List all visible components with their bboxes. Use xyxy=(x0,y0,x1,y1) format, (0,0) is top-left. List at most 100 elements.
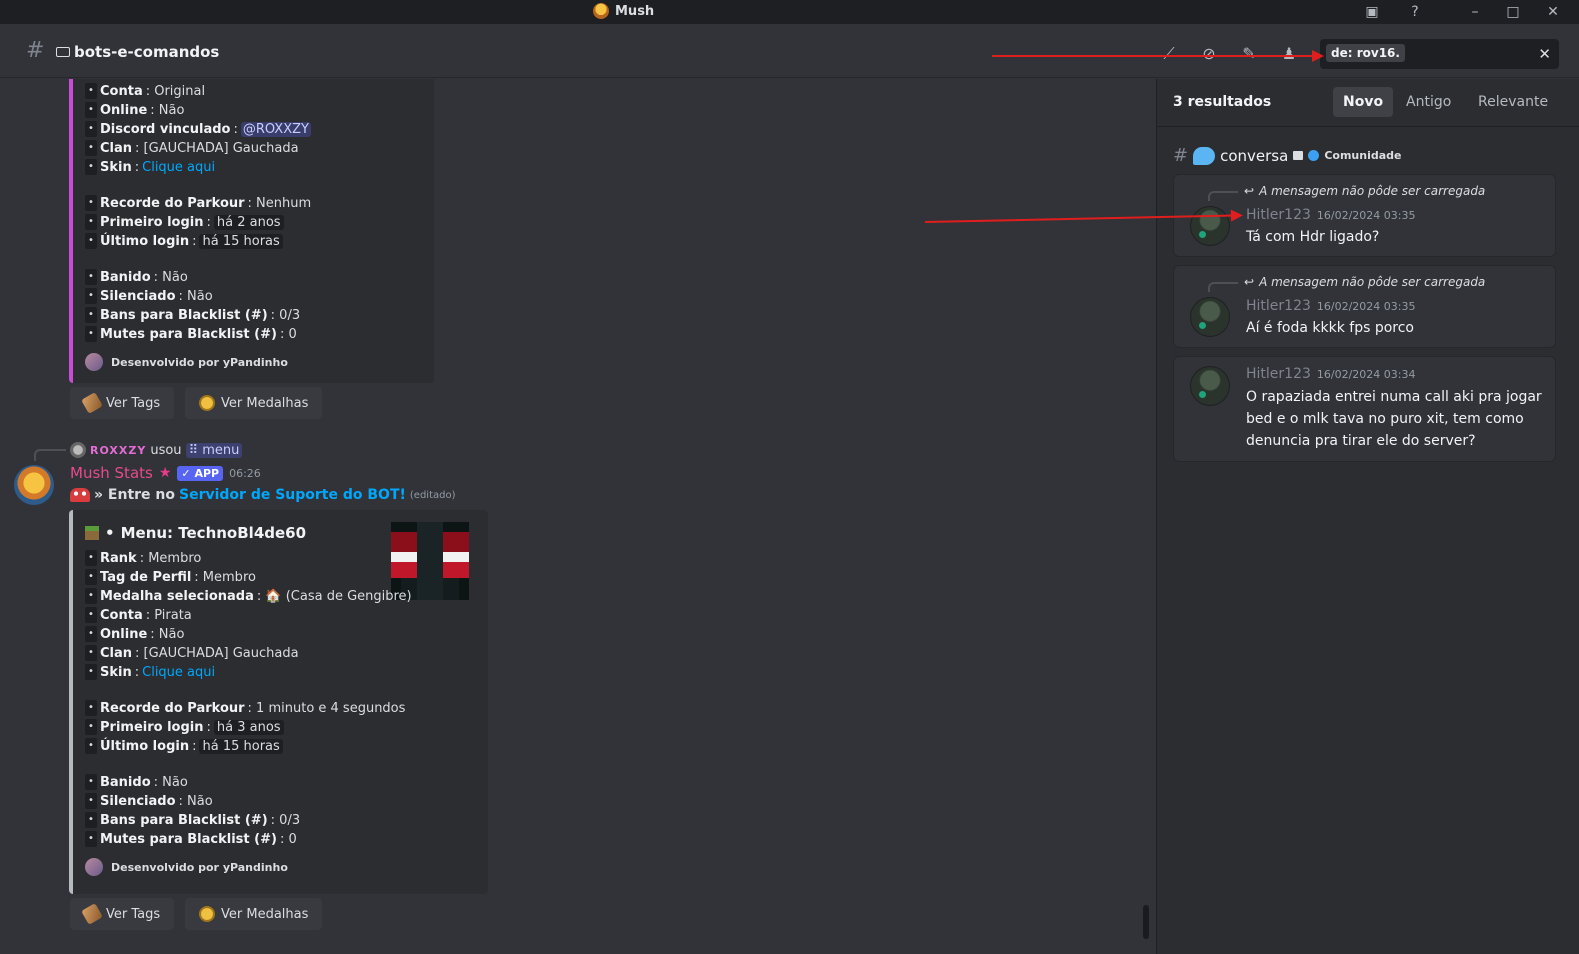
mush-stats-avatar[interactable] xyxy=(14,465,54,505)
slash-command[interactable]: ⠿ menu xyxy=(185,442,243,458)
result-time: 16/02/2024 03:35 xyxy=(1316,209,1416,222)
author-name[interactable]: Mush Stats xyxy=(70,464,153,482)
globe-icon xyxy=(1308,150,1320,161)
support-server-link[interactable]: Servidor de Suporte do BOT! xyxy=(179,487,406,503)
field-value: : Não xyxy=(178,793,213,809)
speech-bubble-icon xyxy=(1193,146,1216,165)
bullet-marker: • xyxy=(85,793,97,809)
inbox-icon[interactable]: ▣ xyxy=(1363,3,1381,21)
field-label: Conta xyxy=(100,83,143,99)
ver-medalhas-button-2[interactable]: Ver Medalhas xyxy=(185,898,323,930)
sort-relevant-tab[interactable]: Relevante xyxy=(1468,87,1558,117)
embed-field: • Discord vinculado: @ROXXZY xyxy=(85,121,311,137)
result-username[interactable]: Hitler123 16/02/2024 03:35 xyxy=(1246,207,1416,223)
field-value: : xyxy=(192,233,197,249)
field-value: : 0 xyxy=(279,326,297,342)
message-prefix: » Entre no xyxy=(94,487,175,503)
window-title: Mush xyxy=(615,3,655,19)
field-value: : xyxy=(134,664,140,680)
search-result-card[interactable]: Hitler123 16/02/2024 03:34 O rapaziada en… xyxy=(1173,356,1556,462)
bullet-marker: • xyxy=(85,738,97,754)
bullet-marker: • xyxy=(85,140,97,156)
bullet-marker: • xyxy=(85,831,97,847)
ver-medalhas-button[interactable]: Ver Medalhas xyxy=(185,387,323,419)
field-label: Mutes para Blacklist (#) xyxy=(100,326,277,342)
field-value: : Não xyxy=(153,774,188,790)
close-window-icon[interactable]: ✕ xyxy=(1544,3,1562,21)
help-icon[interactable]: ? xyxy=(1406,3,1424,21)
message-content: » Entre no Servidor de Suporte do BOT! (… xyxy=(70,487,456,503)
embed-field: • Rank: Membro xyxy=(85,550,201,566)
bullet-marker: • xyxy=(85,233,97,249)
reply-connector xyxy=(1208,191,1238,201)
threads-icon[interactable]: ⟋ xyxy=(1158,44,1180,64)
message-time: 06:26 xyxy=(229,466,261,480)
embed-field: • Clan: [GAUCHADA] Gauchada xyxy=(85,140,299,156)
result-username[interactable]: Hitler123 16/02/2024 03:35 xyxy=(1246,298,1416,314)
skin-link[interactable]: Clique aqui xyxy=(142,160,215,175)
user-avatar[interactable] xyxy=(1190,297,1230,337)
bullet-marker: • xyxy=(85,159,97,175)
user-mention[interactable]: @ROXXZY xyxy=(240,121,311,137)
ver-tags-button[interactable]: Ver Tags xyxy=(70,387,175,419)
members-icon[interactable]: ♟ xyxy=(1278,44,1300,64)
clear-search-icon[interactable]: ✕ xyxy=(1538,45,1551,63)
user-avatar[interactable] xyxy=(1190,206,1230,246)
result-channel-row[interactable]: # conversa Comunidade xyxy=(1173,145,1401,166)
timestamp-chip: há 15 horas xyxy=(199,738,283,754)
sort-oldest-tab[interactable]: Antigo xyxy=(1396,87,1461,117)
embed-field: • Skin: Clique aqui xyxy=(85,664,215,680)
skin-link[interactable]: Clique aqui xyxy=(142,665,215,680)
bullet-marker: • xyxy=(85,774,97,790)
laptop-icon xyxy=(56,47,70,57)
field-label: Banido xyxy=(100,774,151,790)
app-badge: ✓ APP xyxy=(177,465,224,481)
bullet-marker: • xyxy=(85,664,97,680)
search-result-card[interactable]: ↩ A mensagem não pôde ser carregada Hitle… xyxy=(1173,265,1556,348)
ver-medalhas-label: Ver Medalhas xyxy=(221,906,309,922)
community-label: Comunidade xyxy=(1324,149,1402,162)
user-avatar[interactable] xyxy=(1190,366,1230,406)
timestamp-chip: há 15 horas xyxy=(199,233,283,249)
embed-field: • Online: Não xyxy=(85,102,184,118)
result-text: O rapaziada entrei numa call aki pra jog… xyxy=(1246,389,1542,449)
channel-header: # bots-e-comandos ⟋ ⊘ ✎ ♟ de: rov16. ✕ xyxy=(0,24,1579,78)
embed-field: • Primeiro login: há 3 anos xyxy=(85,719,284,735)
chat-scrollbar[interactable] xyxy=(1143,905,1149,939)
embed-title: • Menu: TechnoBl4de60 xyxy=(85,524,306,542)
reply-username[interactable]: ROXXZY xyxy=(90,444,146,457)
result-channel-name[interactable]: conversa xyxy=(1220,147,1288,165)
ver-tags-button-2[interactable]: Ver Tags xyxy=(70,898,175,930)
sort-newest-tab[interactable]: Novo xyxy=(1333,87,1394,117)
minimize-icon[interactable]: – xyxy=(1466,3,1484,21)
result-username[interactable]: Hitler123 16/02/2024 03:34 xyxy=(1246,366,1416,382)
field-value: : 0 xyxy=(279,831,297,847)
reply-connector xyxy=(34,449,66,461)
field-value: : xyxy=(233,121,238,137)
medal-icon xyxy=(199,906,215,922)
mute-bell-icon[interactable]: ⊘ xyxy=(1198,44,1220,64)
embed-field: • Mutes para Blacklist (#): 0 xyxy=(85,326,297,342)
username-text: Hitler123 xyxy=(1246,366,1311,382)
field-label: Clan xyxy=(100,645,133,661)
pin-icon[interactable]: ✎ xyxy=(1238,44,1260,64)
ver-tags-label: Ver Tags xyxy=(106,395,161,411)
maximize-icon[interactable]: □ xyxy=(1504,3,1522,21)
search-input[interactable]: de: rov16. ✕ xyxy=(1320,39,1559,69)
developer-avatar-icon xyxy=(85,353,103,371)
command-reply-context[interactable]: ROXXZY usou ⠿ menu xyxy=(70,442,243,458)
reply-note: ↩ A mensagem não pôde ser carregada xyxy=(1244,184,1485,198)
results-count: 3 resultados xyxy=(1173,94,1272,110)
stats-embed-1: • Conta: Original • Online: Não • Discord vin… xyxy=(69,79,434,383)
results-header: 3 resultados Novo Antigo Relevante xyxy=(1157,79,1579,127)
reply-note-text: A mensagem não pôde ser carregada xyxy=(1259,275,1486,289)
bullet-marker: • xyxy=(85,326,97,342)
embed-accent-bar xyxy=(69,510,73,894)
bullet-marker: • xyxy=(85,645,97,661)
embed-field: • Último login: há 15 horas xyxy=(85,738,283,754)
tag-icon xyxy=(81,392,103,414)
reply-arrow-icon: ↩ xyxy=(1244,184,1255,198)
bullet-marker: • xyxy=(85,214,97,230)
bullet-marker: • xyxy=(85,102,97,118)
search-filter-token[interactable]: de: rov16. xyxy=(1326,44,1405,62)
